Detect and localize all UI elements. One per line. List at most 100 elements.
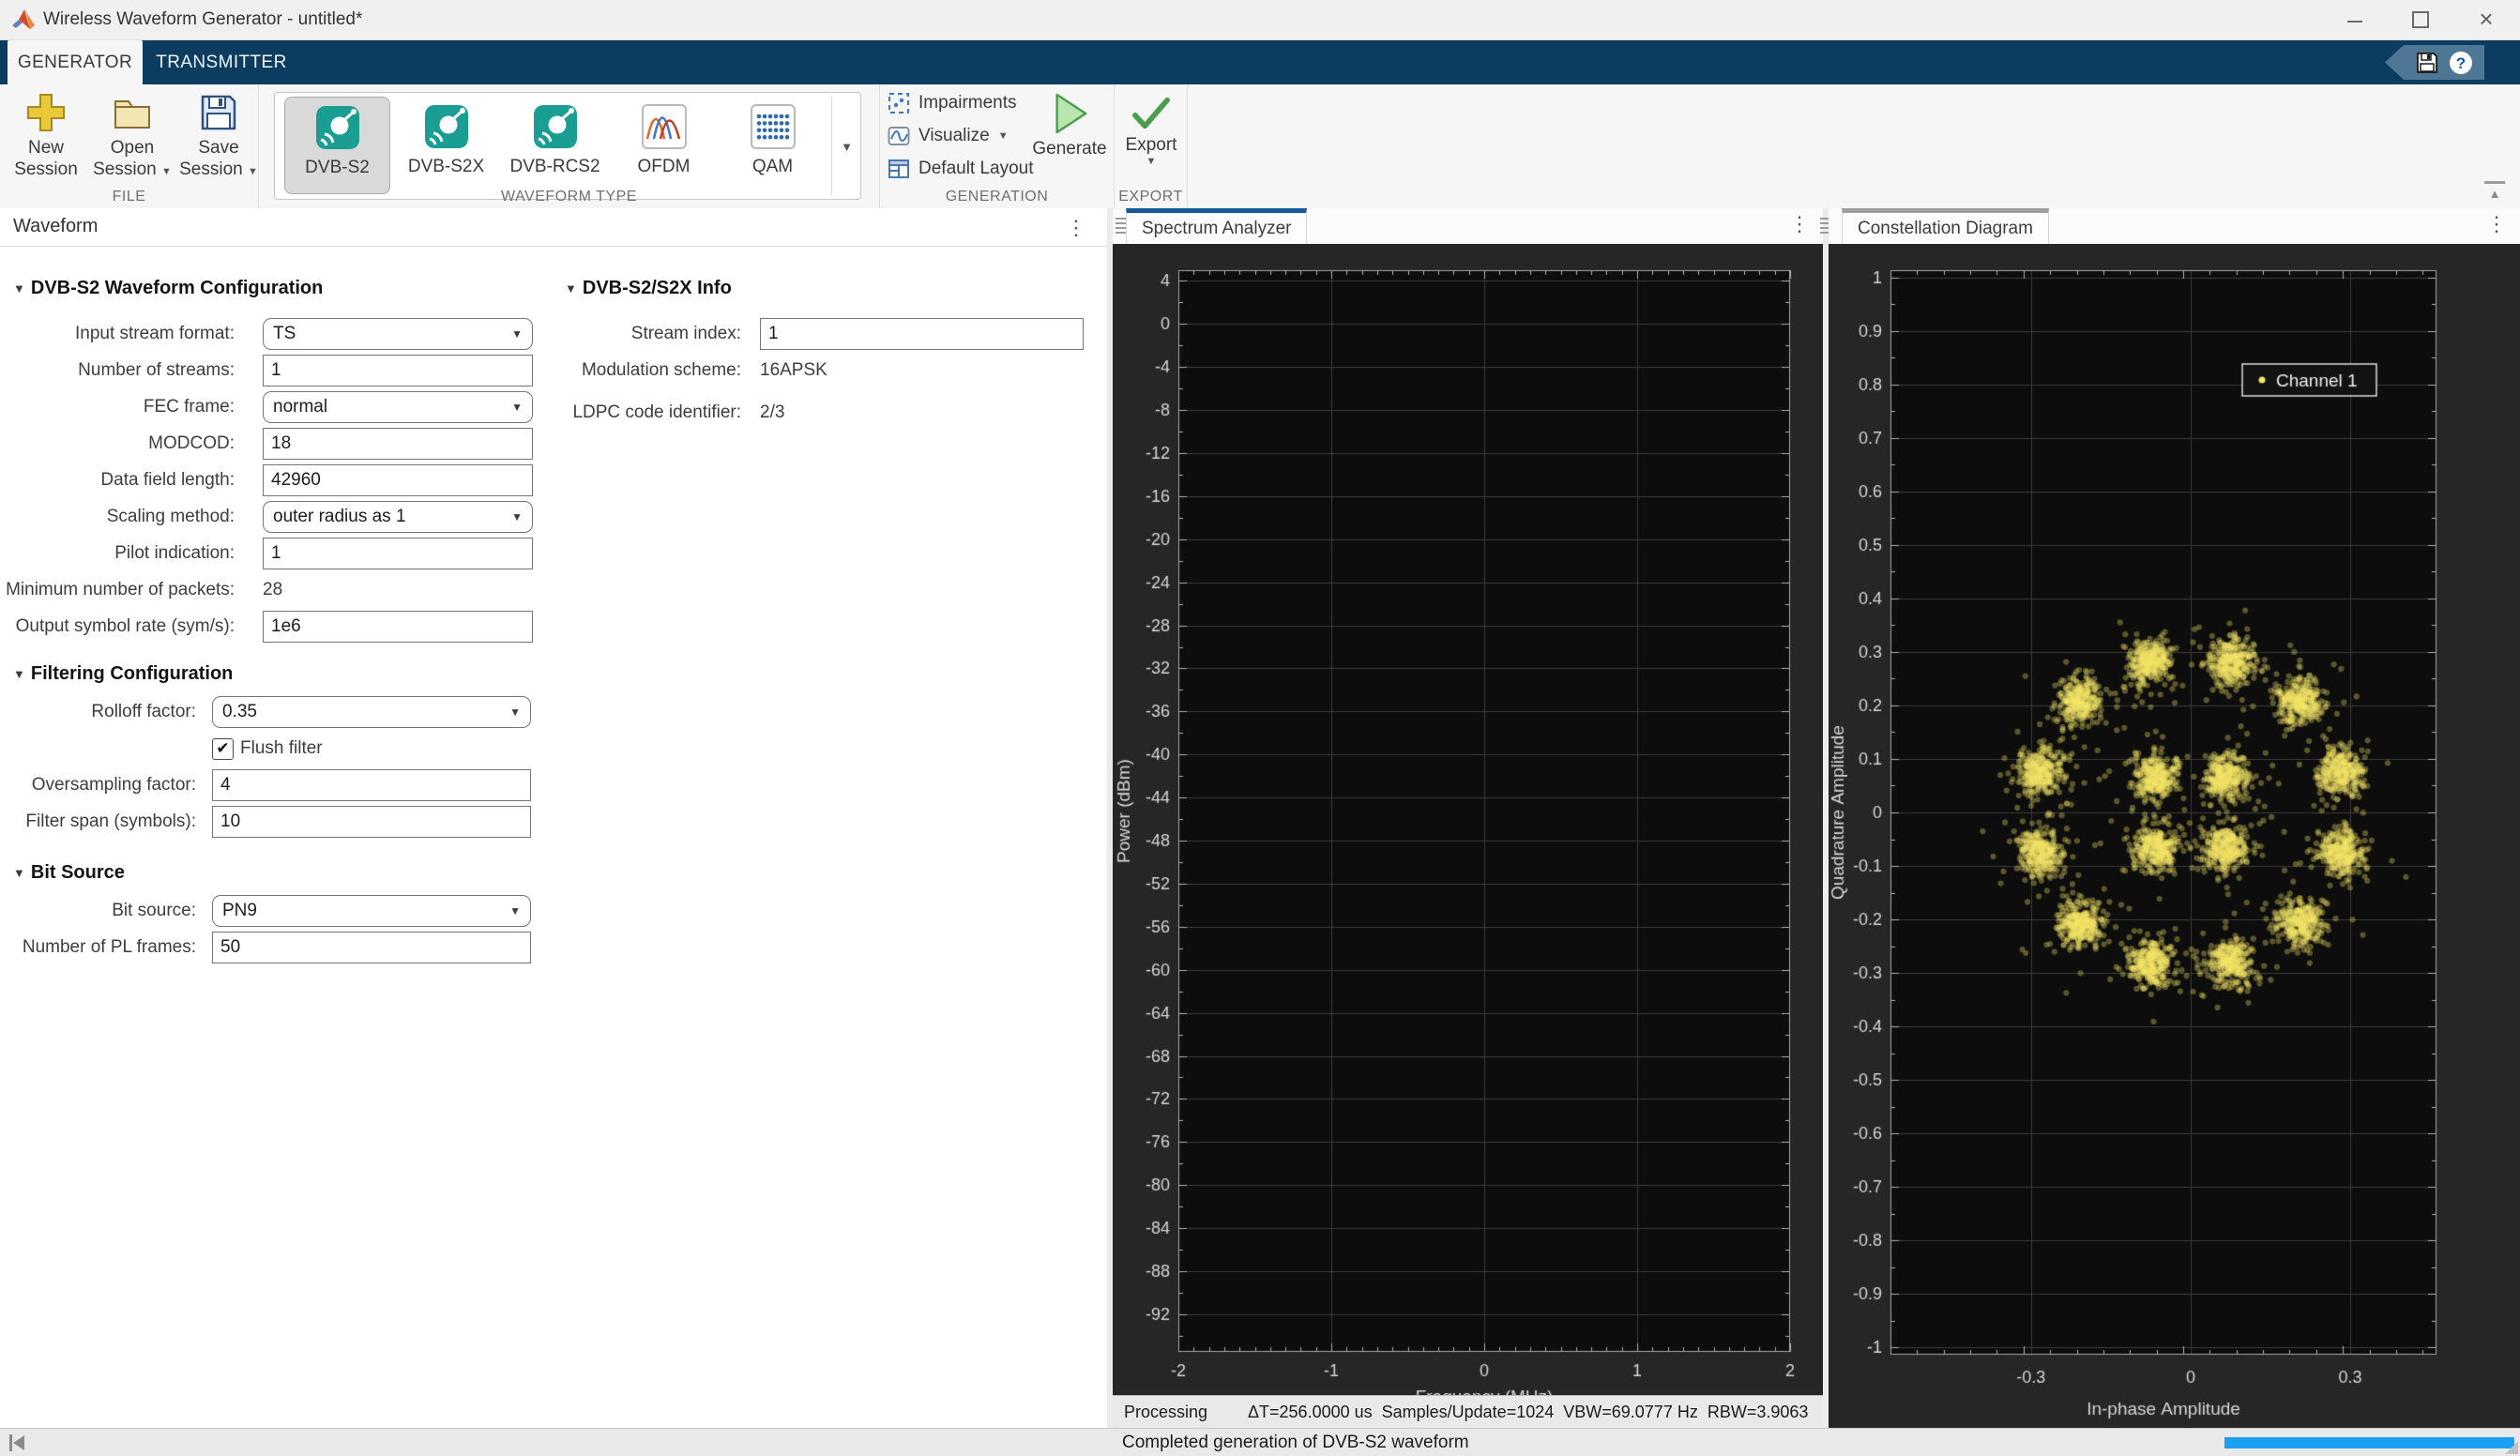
plus-icon: [25, 92, 67, 133]
flush-filter-checkbox[interactable]: ✔: [212, 738, 234, 760]
bit-source-select[interactable]: PN9▼: [212, 895, 531, 927]
oversampling-factor-field[interactable]: [212, 769, 531, 801]
input-stream-format-select[interactable]: TS▼: [263, 318, 533, 350]
field-label: LDPC code identifier:: [544, 402, 741, 423]
waveform-type-dvb-s2[interactable]: DVB-S2: [284, 97, 390, 194]
form-row: Scaling method: outer radius as 1▼: [0, 501, 544, 533]
field-label: Bit source:: [0, 901, 196, 921]
chevron-down-icon: ▼: [509, 904, 521, 918]
spectrum-plot[interactable]: [1113, 244, 1823, 1396]
filter-span-symbols-field[interactable]: [212, 806, 531, 838]
form-row: LDPC code identifier:2/3: [544, 397, 1098, 429]
waveform-type-qam[interactable]: QAM: [720, 97, 826, 194]
field-label: Stream index:: [544, 324, 741, 344]
ribbon-section-waveform-type: ▼ DVB-S2DVB-S2XDVB-RCS2OFDMQAM WAVEFORM …: [259, 84, 880, 208]
checkbox-label: Flush filter: [240, 738, 323, 759]
modcod-field[interactable]: [263, 428, 533, 460]
constellation-menu-icon[interactable]: ⋮: [2486, 210, 2507, 238]
number-of-pl-frames-field[interactable]: [212, 932, 531, 963]
spectrum-menu-icon[interactable]: ⋮: [1789, 210, 1810, 238]
field-label: Minimum number of packets:: [0, 580, 235, 600]
section-header-dvb-s2-s2x-info[interactable]: ▼DVB-S2/S2X Info: [544, 278, 1098, 299]
constellation-diagram-panel: Constellation Diagram ⋮: [1829, 208, 2520, 1428]
open-session-button[interactable]: OpenSession ▼: [96, 90, 169, 183]
select-value: PN9: [222, 901, 509, 921]
tab-transmitter[interactable]: TRANSMITTER: [143, 40, 300, 84]
chevron-down-icon: ▼: [511, 510, 523, 523]
layout-icon: [888, 158, 910, 180]
tab-spectrum-analyzer[interactable]: Spectrum Analyzer: [1126, 208, 1307, 244]
form-row: Minimum number of packets:28: [0, 574, 544, 606]
ofdm-icon: [642, 104, 687, 149]
output-symbol-rate-sym-s-field[interactable]: [263, 611, 533, 643]
resize-grip[interactable]: [2505, 1441, 2518, 1454]
waveform-type-dvb-s2x[interactable]: DVB-S2X: [393, 97, 499, 194]
chevron-down-icon: ▼: [511, 401, 523, 414]
waveform-panel: Waveform ⋮ ▼DVB-S2 Waveform Configuratio…: [0, 208, 1107, 1428]
constellation-plot[interactable]: [1829, 244, 2520, 1428]
spectrum-status-state: Processing: [1124, 1403, 1248, 1422]
section-label-file: FILE: [0, 189, 258, 205]
default-layout-button[interactable]: Default Layout: [888, 156, 1034, 181]
checkbox-row: ✔ Flush filter: [212, 738, 323, 760]
panel-menu-icon[interactable]: ⋮: [1066, 214, 1086, 242]
svg-text:?: ?: [2456, 54, 2466, 72]
stream-index-field[interactable]: [760, 318, 1084, 350]
waveform-type-ofdm[interactable]: OFDM: [611, 97, 717, 194]
field-label: Input stream format:: [0, 324, 235, 344]
close-button[interactable]: ×: [2458, 0, 2514, 39]
waveform-type-dvb-rcs2[interactable]: DVB-RCS2: [502, 97, 608, 194]
field-label: Output symbol rate (sym/s):: [0, 616, 235, 637]
satellite-icon: [533, 104, 578, 149]
data-field-length-field[interactable]: [263, 464, 533, 496]
field-label: Data field length:: [0, 470, 235, 491]
matlab-logo-icon: [11, 8, 36, 32]
waveform-form: ▼DVB-S2 Waveform Configuration Input stre…: [0, 261, 544, 968]
status-message: Completed generation of DVB-S2 waveform: [1122, 1429, 1469, 1456]
tab-generator[interactable]: GENERATOR: [8, 40, 143, 84]
fec-frame-select[interactable]: normal▼: [263, 391, 533, 423]
scaling-method-select[interactable]: outer radius as 1▼: [263, 501, 533, 533]
qam-icon: [751, 104, 796, 149]
pilot-indication-field[interactable]: [263, 538, 533, 569]
select-value: outer radius as 1: [273, 507, 511, 527]
field-label: MODCOD:: [0, 433, 235, 454]
chevron-down-icon: ▼: [1146, 156, 1157, 167]
ribbon-section-export: Export ▼ EXPORT: [1115, 84, 1188, 208]
field-label: Scaling method:: [0, 507, 235, 527]
collapse-ribbon-button[interactable]: ▲: [2484, 181, 2505, 203]
select-value: TS: [273, 324, 511, 344]
minimize-button[interactable]: [2327, 0, 2383, 39]
visualize-icon: [888, 125, 910, 147]
impairments-button[interactable]: Impairments: [888, 90, 1034, 115]
section-header-filtering-configuration[interactable]: ▼Filtering Configuration: [0, 663, 544, 685]
quick-save-icon[interactable]: [2415, 51, 2439, 75]
chevron-down-icon: ▼: [998, 130, 1009, 142]
spectrum-status-bar: Processing ΔT=256.0000 us Samples/Update…: [1113, 1395, 1823, 1428]
maximize-button[interactable]: [2392, 0, 2449, 39]
form-row: Pilot indication:: [0, 538, 544, 569]
generate-button[interactable]: Generate: [1030, 92, 1109, 159]
gallery-dropdown-icon[interactable]: ▼: [841, 140, 853, 154]
satellite-icon: [424, 104, 469, 149]
form-row: Number of PL frames:: [0, 932, 544, 963]
checkmark-icon: [1131, 96, 1172, 131]
dvbs2-info-section: ▼DVB-S2/S2X InfoStream index:Modulation …: [544, 276, 1098, 439]
section-header-dvb-s2-waveform-configuration[interactable]: ▼DVB-S2 Waveform Configuration: [0, 278, 544, 299]
ribbon-section-generation: Impairments Visualize▼ Default Layout Gene…: [880, 84, 1115, 208]
help-icon[interactable]: ?: [2449, 51, 2473, 75]
impairments-icon: [888, 92, 910, 114]
visualize-button[interactable]: Visualize▼: [888, 123, 1034, 148]
collapse-statusbar-icon[interactable]: [9, 1434, 28, 1451]
progress-bar: [2224, 1437, 2514, 1448]
number-of-streams-field[interactable]: [263, 355, 533, 387]
new-session-button[interactable]: NewSession: [9, 90, 83, 183]
form-row: Stream index:: [544, 318, 1098, 350]
tab-constellation-diagram[interactable]: Constellation Diagram: [1842, 208, 2049, 244]
form-row: Bit source: PN9▼: [0, 895, 544, 927]
section-header-bit-source[interactable]: ▼Bit Source: [0, 862, 544, 884]
rolloff-factor-select[interactable]: 0.35▼: [212, 696, 531, 728]
ribbon-section-file: NewSessionOpenSession ▼SaveSession ▼ FIL…: [0, 84, 259, 208]
save-session-button[interactable]: SaveSession ▼: [182, 90, 255, 183]
export-button[interactable]: Export ▼: [1120, 92, 1182, 167]
